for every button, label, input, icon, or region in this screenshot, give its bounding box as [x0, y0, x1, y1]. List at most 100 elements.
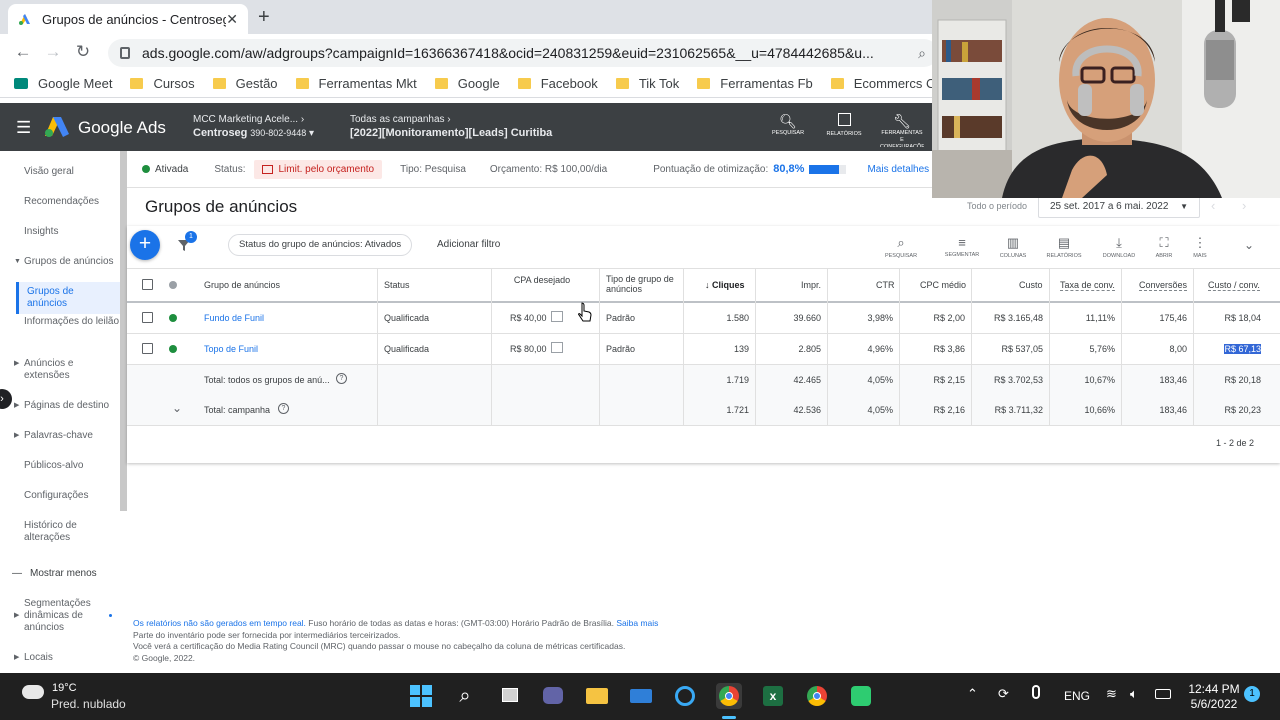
- campaign-selector[interactable]: Todas as campanhas › [2022][Monitorament…: [350, 114, 552, 139]
- excel-icon[interactable]: x: [760, 683, 786, 709]
- row-checkbox[interactable]: [142, 343, 153, 354]
- bookmark-gestao[interactable]: Gestão: [212, 76, 278, 91]
- segment-button[interactable]: ≡ SEGMENTAR: [942, 235, 982, 258]
- column-header-ad-group[interactable]: Grupo de anúncios: [204, 280, 280, 290]
- ad-group-link[interactable]: Topo de Funil: [204, 344, 258, 354]
- microphone-icon[interactable]: [1032, 685, 1040, 699]
- weather-temp[interactable]: 19°C: [52, 682, 77, 694]
- ad-group-link[interactable]: Fundo de Funil: [204, 313, 264, 323]
- file-explorer-icon[interactable]: [584, 683, 610, 709]
- back-icon[interactable]: ←: [8, 42, 38, 62]
- clock-time[interactable]: 12:44 PM: [1187, 682, 1241, 696]
- sidebar-item-ad-groups-parent[interactable]: ▼ Grupos de anúncios: [14, 256, 120, 268]
- sidebar-item-ad-groups[interactable]: Grupos de anúncios: [16, 282, 121, 314]
- sidebar-item-ads-extensions[interactable]: ▶ Anúncios e extensões: [14, 358, 120, 382]
- realtime-notice-link[interactable]: Os relatórios não são gerados em tempo r…: [133, 618, 306, 628]
- more-details-link[interactable]: Mais detalhes: [867, 164, 929, 175]
- column-header-clicks[interactable]: ↓ Cliques: [705, 280, 745, 290]
- sync-icon[interactable]: ⟳: [998, 686, 1009, 702]
- row-target-cpa[interactable]: R$ 80,00: [510, 344, 547, 354]
- chrome-icon[interactable]: [804, 683, 830, 709]
- bookmark-google-meet[interactable]: Google Meet: [14, 76, 112, 91]
- collapse-chevron-icon[interactable]: ⌄: [1244, 238, 1254, 252]
- sidebar-item-overview[interactable]: Visão geral: [24, 166, 120, 178]
- browser-tab[interactable]: Grupos de anúncios - Centroseg ✕: [8, 4, 248, 34]
- select-all-checkbox[interactable]: [142, 279, 153, 290]
- sidebar-item-audiences[interactable]: Públicos-alvo: [24, 460, 120, 472]
- search-tool[interactable]: 🔍︎ PESQUISAR: [768, 113, 808, 136]
- column-header-impressions[interactable]: Impr.: [801, 280, 821, 290]
- help-icon[interactable]: ?: [336, 373, 347, 384]
- sidebar-item-landing-pages[interactable]: ▶ Páginas de destino: [14, 400, 120, 412]
- weather-text[interactable]: Pred. nublado: [51, 697, 126, 711]
- reload-icon[interactable]: ↻: [68, 42, 98, 62]
- forward-icon[interactable]: →: [38, 42, 68, 62]
- battery-icon[interactable]: [1155, 689, 1171, 699]
- previous-period-icon[interactable]: ‹: [1211, 198, 1215, 213]
- row-cost-per-conv[interactable]: R$ 67,13: [1200, 344, 1261, 354]
- bookmark-facebook[interactable]: Facebook: [517, 76, 598, 91]
- table-search-button[interactable]: ⌕ PESQUISAR: [881, 235, 921, 259]
- learn-more-link[interactable]: Saiba mais: [616, 618, 658, 628]
- sidebar-item-keywords[interactable]: ▶ Palavras-chave: [14, 430, 120, 442]
- close-tab-icon[interactable]: ✕: [226, 11, 238, 28]
- chrome-profile-icon[interactable]: [716, 683, 742, 709]
- notification-badge[interactable]: 1: [1244, 686, 1260, 702]
- reports-tool[interactable]: RELATÓRIOS: [824, 113, 864, 137]
- more-button[interactable]: ⋮ MAIS: [1180, 235, 1220, 259]
- add-filter-button[interactable]: Adicionar filtro: [437, 239, 500, 250]
- show-less-button[interactable]: — Mostrar menos: [12, 568, 108, 580]
- sidebar-scrollbar[interactable]: [120, 151, 127, 511]
- bookmark-tiktok[interactable]: Tik Tok: [615, 76, 679, 91]
- new-tab-icon[interactable]: +: [258, 6, 270, 29]
- sidebar-item-dynamic-ads[interactable]: ▶ Segmentações dinâmicas de anúncios: [14, 598, 120, 634]
- show-hidden-icons-icon[interactable]: ⌃: [967, 686, 978, 702]
- sidebar-item-change-history[interactable]: Histórico de alterações: [24, 520, 120, 544]
- hamburger-menu-icon[interactable]: ☰: [16, 118, 31, 138]
- bookmark-cursos[interactable]: Cursos: [130, 76, 195, 91]
- status-filter-chip[interactable]: Status do grupo de anúncios: Ativados: [228, 234, 413, 256]
- status-badge[interactable]: Limit. pelo orçamento: [253, 159, 383, 179]
- sidebar-item-locations[interactable]: ▶ Locais: [14, 652, 120, 664]
- column-header-cost-per-conv[interactable]: Custo / conv.: [1208, 280, 1260, 291]
- column-header-target-cpa[interactable]: CPA desejado: [511, 275, 573, 285]
- column-header-conversions[interactable]: Conversões: [1139, 280, 1188, 291]
- sidebar-item-auction-insights[interactable]: Informações do leilão: [24, 316, 120, 328]
- column-header-conv-rate[interactable]: Taxa de conv.: [1060, 280, 1115, 291]
- reports-button[interactable]: ▤ RELATÓRIOS: [1044, 235, 1084, 259]
- add-ad-group-button[interactable]: +: [130, 230, 160, 260]
- download-button[interactable]: ⤓ DOWNLOAD: [1099, 235, 1139, 259]
- expand-button[interactable]: ⛶ ABRIR: [1144, 235, 1184, 259]
- start-button[interactable]: [408, 683, 434, 709]
- zoom-icon[interactable]: ⌕: [918, 45, 926, 62]
- app-icon[interactable]: [848, 683, 874, 709]
- chat-icon[interactable]: [540, 683, 566, 709]
- account-selector[interactable]: MCC Marketing Acele... › Centroseg 390-8…: [193, 114, 314, 139]
- column-header-avg-cpc[interactable]: CPC médio: [920, 280, 966, 290]
- row-checkbox[interactable]: [142, 312, 153, 323]
- next-period-icon[interactable]: ›: [1242, 198, 1246, 213]
- sidebar-item-settings[interactable]: Configurações: [24, 490, 120, 502]
- clock-date[interactable]: 5/6/2022: [1187, 697, 1241, 711]
- wifi-icon[interactable]: ≋: [1106, 686, 1117, 702]
- sidebar-item-recommendations[interactable]: Recomendações: [24, 196, 120, 208]
- help-icon[interactable]: ?: [278, 403, 289, 414]
- cortana-icon[interactable]: [672, 683, 698, 709]
- column-header-ctr[interactable]: CTR: [876, 280, 895, 290]
- row-target-cpa[interactable]: R$ 40,00: [510, 313, 547, 323]
- filter-button[interactable]: 1: [176, 231, 197, 254]
- search-taskbar-icon[interactable]: ⌕: [452, 683, 478, 709]
- sidebar-item-insights[interactable]: Insights: [24, 226, 120, 238]
- address-bar[interactable]: ads.google.com/aw/adgroups?campaignId=16…: [108, 39, 938, 67]
- column-header-status[interactable]: Status: [384, 280, 410, 290]
- bookmark-google[interactable]: Google: [434, 76, 500, 91]
- date-range-selector[interactable]: 25 set. 2017 a 6 mai. 2022 ▼: [1038, 195, 1200, 218]
- mail-icon[interactable]: [628, 683, 654, 709]
- bookmark-ferramentas-mkt[interactable]: Ferramentas Mkt: [295, 76, 417, 91]
- volume-icon[interactable]: 🔈︎: [1130, 686, 1138, 702]
- column-header-ad-group-type[interactable]: Tipo de grupo de anúncios: [606, 274, 682, 294]
- bookmark-ferramentas-fb[interactable]: Ferramentas Fb: [697, 76, 813, 91]
- column-header-cost[interactable]: Custo: [1019, 280, 1043, 290]
- columns-button[interactable]: ▥ COLUNAS: [993, 235, 1033, 259]
- tools-settings-tool[interactable]: 🔧︎ FERRAMENTAS E CONFIGURAÇÕES: [880, 113, 924, 147]
